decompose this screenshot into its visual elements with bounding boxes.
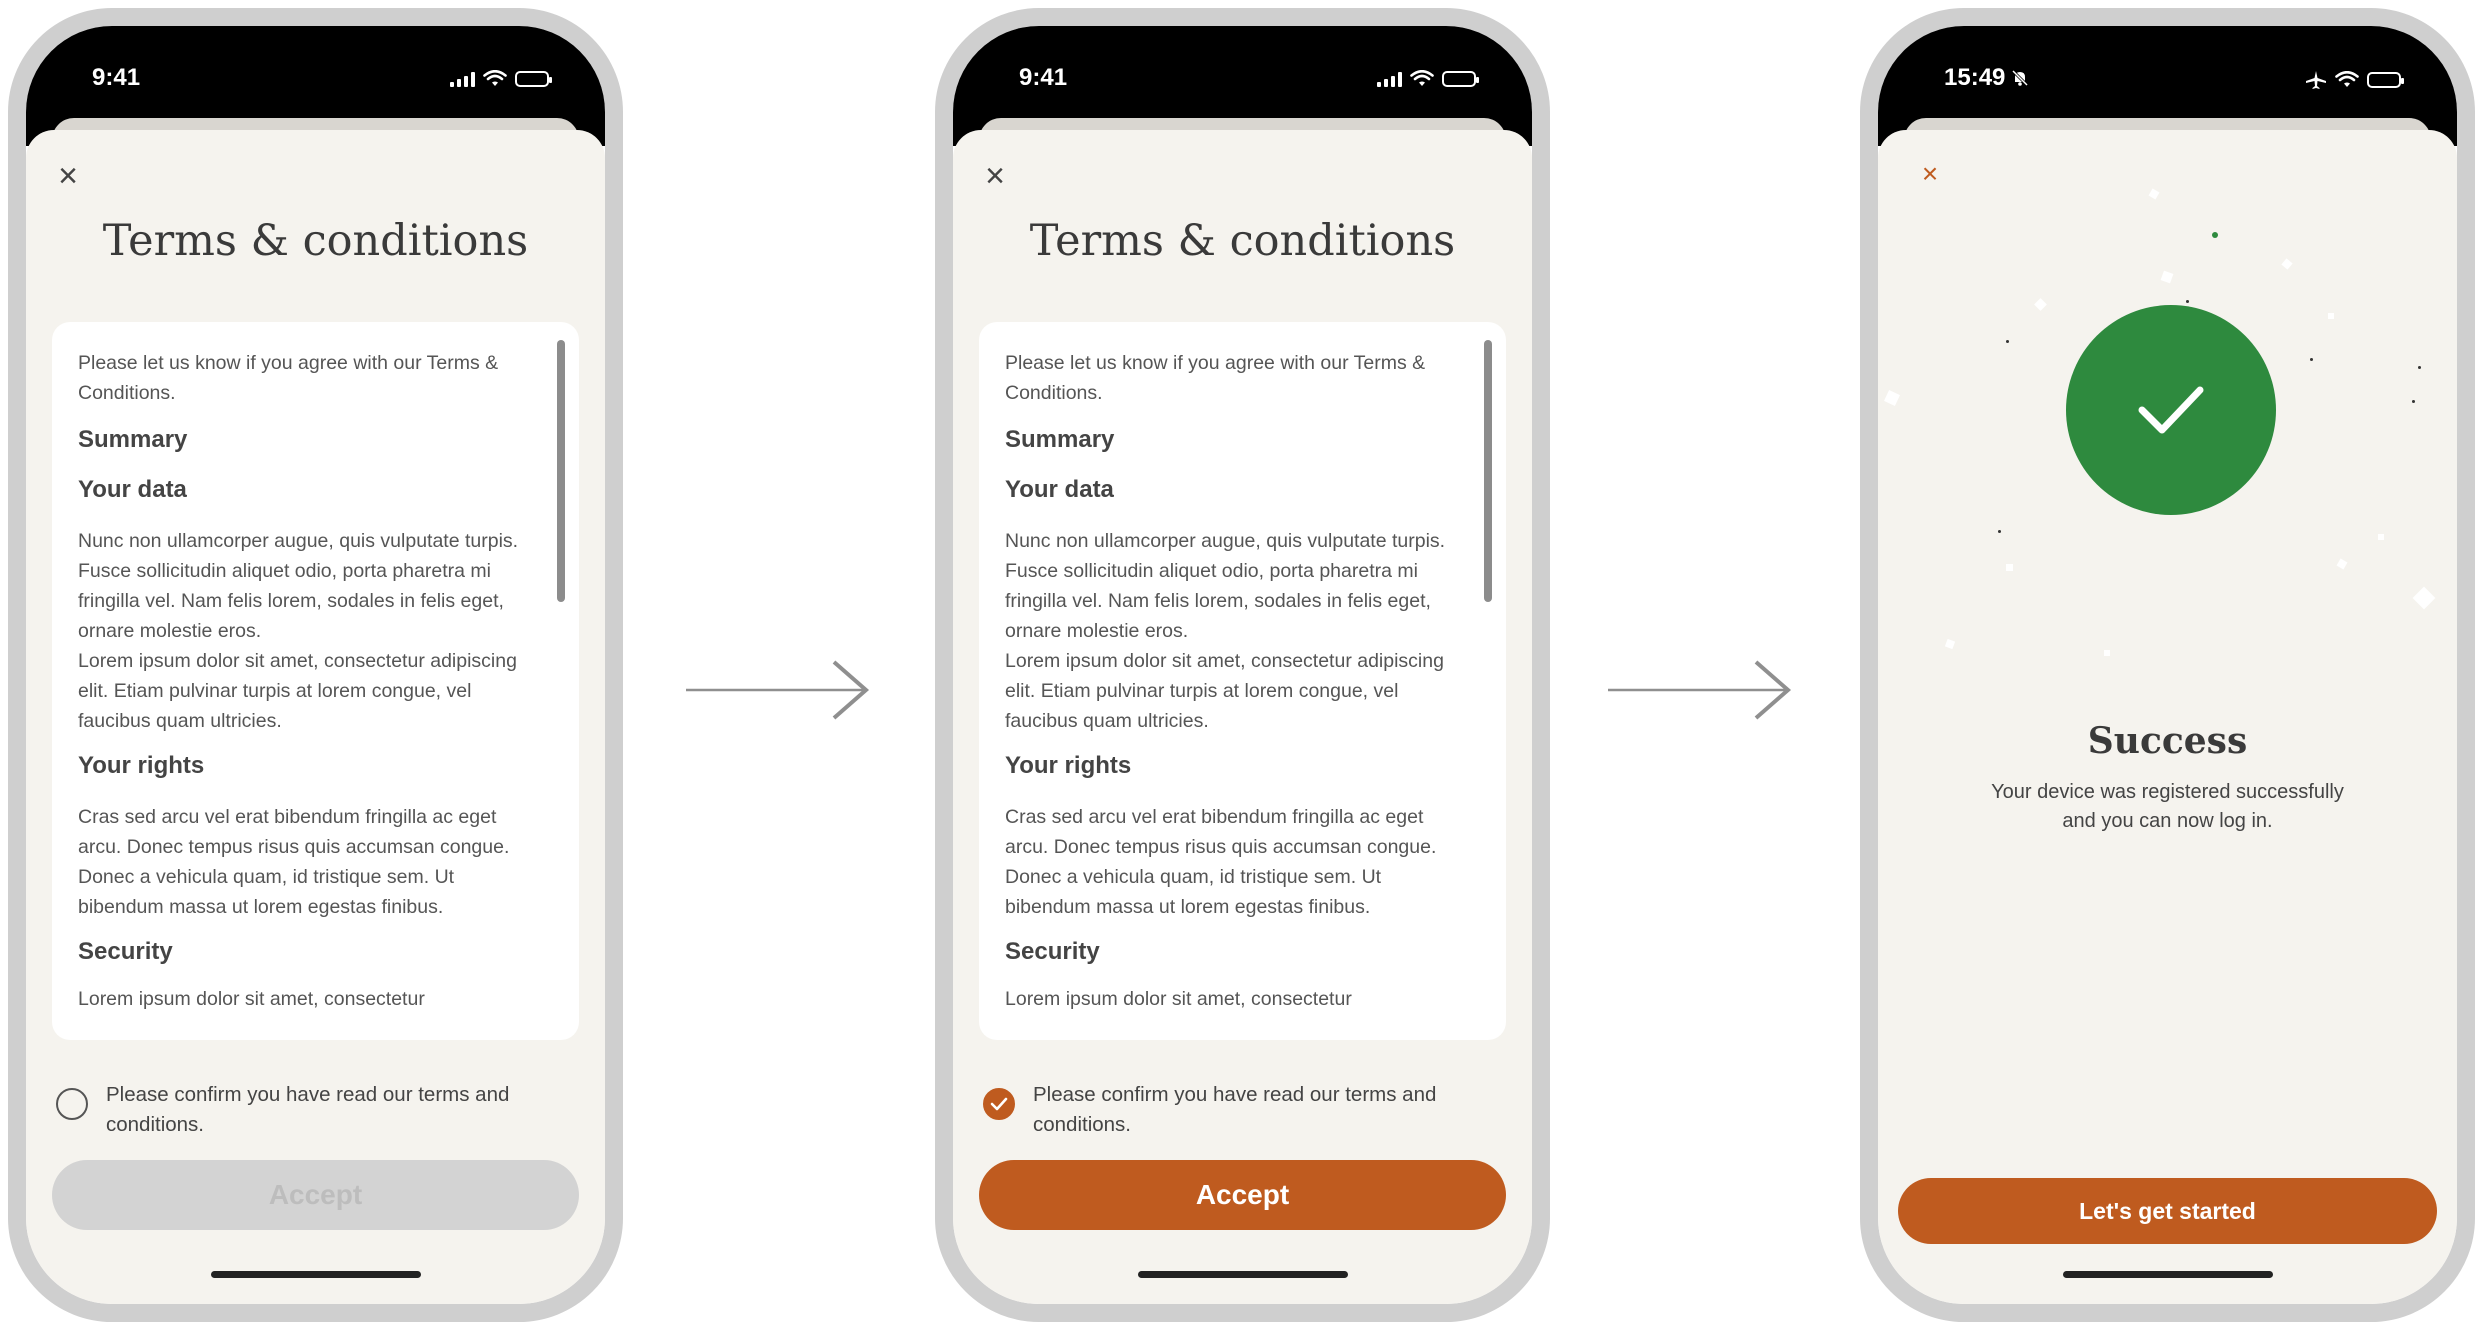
scrollbar[interactable] bbox=[557, 340, 565, 602]
security-heading: Security bbox=[1005, 938, 1100, 965]
confetti-dot bbox=[2310, 358, 2313, 361]
checkmark-icon bbox=[990, 1097, 1008, 1111]
confetti-dot bbox=[2006, 564, 2013, 571]
terms-intro: Please let us know if you agree with our… bbox=[78, 352, 499, 404]
your-data-text-2: Lorem ipsum dolor sit amet, consectetur … bbox=[1005, 650, 1444, 732]
summary-heading: Summary bbox=[78, 426, 188, 453]
arrow-right-icon bbox=[686, 660, 870, 720]
success-title: Success bbox=[2087, 720, 2248, 762]
your-data-heading: Your data bbox=[78, 476, 187, 503]
status-time: 9:41 bbox=[92, 64, 141, 91]
your-rights-heading: Your rights bbox=[78, 752, 205, 779]
page-title: Terms & conditions bbox=[102, 216, 529, 266]
home-indicator bbox=[1137, 1271, 1348, 1278]
confetti-dot bbox=[2104, 650, 2110, 656]
terms-intro: Please let us know if you agree with our… bbox=[1005, 352, 1426, 404]
confetti-dot bbox=[2160, 270, 2174, 284]
your-rights-text: Cras sed arcu vel erat bibendum fringill… bbox=[1005, 806, 1437, 918]
security-text: Lorem ipsum dolor sit amet, consectetur bbox=[1005, 988, 1352, 1010]
confirm-checkbox[interactable] bbox=[56, 1088, 88, 1120]
confetti-dot bbox=[2418, 366, 2421, 369]
your-data-heading: Your data bbox=[1005, 476, 1114, 503]
confetti-dot bbox=[2328, 313, 2334, 319]
confetti-dot bbox=[2412, 586, 2436, 610]
status-icons bbox=[1377, 70, 1479, 88]
page-title: Terms & conditions bbox=[1029, 216, 1456, 266]
confetti-dot bbox=[2186, 300, 2189, 303]
confetti-dot bbox=[2034, 298, 2047, 311]
your-data-text: Nunc non ullamcorper augue, quis vulputa… bbox=[78, 530, 519, 642]
bell-slash-icon bbox=[2012, 69, 2029, 87]
battery-icon bbox=[1442, 71, 1479, 87]
phone-success: 15:49 × Success Your device was register… bbox=[1860, 8, 2475, 1322]
terms-sheet: × Terms & conditions Please let us know … bbox=[953, 130, 1532, 1304]
home-indicator bbox=[2062, 1271, 2273, 1278]
status-time: 15:49 bbox=[1944, 64, 2029, 92]
airplane-icon bbox=[2306, 71, 2326, 89]
security-heading: Security bbox=[78, 938, 173, 965]
status-time-text: 15:49 bbox=[1944, 64, 2006, 91]
get-started-button[interactable]: Let's get started bbox=[1898, 1178, 2437, 1244]
your-data-text: Nunc non ullamcorper augue, quis vulputa… bbox=[1005, 530, 1446, 642]
home-indicator bbox=[210, 1271, 421, 1278]
phone-terms-unchecked: 9:41 × Terms & conditions Please let us … bbox=[8, 8, 623, 1322]
confetti-dot bbox=[1884, 390, 1900, 406]
your-rights-text: Cras sed arcu vel erat bibendum fringill… bbox=[78, 806, 510, 918]
checkmark-icon bbox=[2138, 386, 2204, 434]
confetti-dot bbox=[1944, 638, 1956, 650]
close-icon[interactable]: × bbox=[1918, 160, 1942, 188]
summary-heading: Summary bbox=[1005, 426, 1115, 453]
terms-content: Please let us know if you agree with our… bbox=[1005, 348, 1466, 1014]
your-data-text-2: Lorem ipsum dolor sit amet, consectetur … bbox=[78, 650, 517, 732]
security-text: Lorem ipsum dolor sit amet, consectetur bbox=[78, 988, 425, 1010]
confirm-label: Please confirm you have read our terms a… bbox=[1033, 1083, 1437, 1136]
confirm-checkbox-row[interactable]: Please confirm you have read our terms a… bbox=[983, 1080, 1492, 1140]
confetti-dot bbox=[2378, 534, 2384, 540]
signal-icon bbox=[1377, 71, 1402, 87]
status-icons bbox=[2305, 70, 2404, 90]
confirm-label: Please confirm you have read our terms a… bbox=[106, 1083, 510, 1136]
confirm-checkbox-row[interactable]: Please confirm you have read our terms a… bbox=[56, 1080, 565, 1140]
confetti-dot bbox=[2006, 340, 2009, 343]
terms-scroll-box[interactable]: Please let us know if you agree with our… bbox=[979, 322, 1506, 1040]
arrow-right-icon bbox=[1608, 660, 1792, 720]
signal-icon bbox=[450, 71, 475, 87]
confetti-dot bbox=[2412, 400, 2415, 403]
confetti-dot bbox=[2148, 188, 2160, 200]
success-check-circle bbox=[2066, 305, 2276, 515]
close-icon[interactable]: × bbox=[54, 159, 82, 193]
your-rights-heading: Your rights bbox=[1005, 752, 1132, 779]
terms-sheet: × Terms & conditions Please let us know … bbox=[26, 130, 605, 1304]
wifi-icon bbox=[1410, 70, 1434, 86]
confirm-checkbox-checked[interactable] bbox=[983, 1088, 1015, 1120]
status-time: 9:41 bbox=[1019, 64, 1068, 91]
success-message: Your device was registered successfully … bbox=[1991, 781, 2344, 832]
confetti-dot bbox=[2212, 232, 2218, 238]
battery-icon bbox=[515, 71, 552, 87]
success-sheet: × Success Your device was registered suc… bbox=[1878, 130, 2457, 1304]
confetti-dot bbox=[1998, 530, 2001, 533]
terms-scroll-box[interactable]: Please let us know if you agree with our… bbox=[52, 322, 579, 1040]
accept-button[interactable]: Accept bbox=[52, 1160, 579, 1230]
confetti-dot bbox=[2281, 258, 2293, 270]
status-icons bbox=[450, 70, 552, 88]
terms-content: Please let us know if you agree with our… bbox=[78, 348, 539, 1014]
battery-icon bbox=[2367, 72, 2404, 88]
confetti-dot bbox=[2336, 558, 2348, 570]
wifi-icon bbox=[2335, 71, 2359, 87]
phone-terms-checked: 9:41 × Terms & conditions Please let us … bbox=[935, 8, 1550, 1322]
wifi-icon bbox=[483, 70, 507, 86]
close-icon[interactable]: × bbox=[981, 159, 1009, 193]
scrollbar[interactable] bbox=[1484, 340, 1492, 602]
accept-button[interactable]: Accept bbox=[979, 1160, 1506, 1230]
